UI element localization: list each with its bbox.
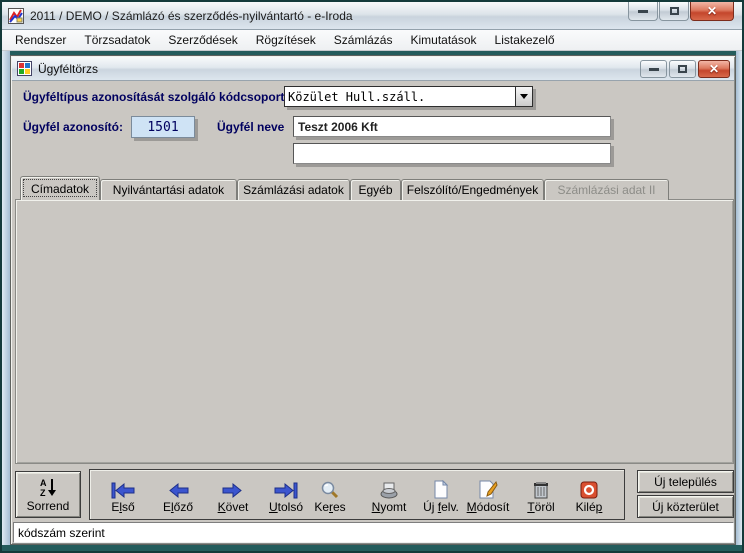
tab-szamlazasi-adatok[interactable]: Számlázási adatok bbox=[237, 179, 350, 200]
maximize-button[interactable] bbox=[659, 2, 689, 21]
menu-listakezelo[interactable]: Listakezelő bbox=[486, 30, 564, 50]
elso-button[interactable]: Első bbox=[97, 472, 149, 517]
close-button[interactable]: ✕ bbox=[690, 2, 734, 21]
menu-szamlazas[interactable]: Számlázás bbox=[325, 30, 402, 50]
dialog-controls: ✕ bbox=[638, 60, 730, 78]
tab-nyilvantartasi-adatok[interactable]: Nyilvántartási adatok bbox=[100, 179, 237, 200]
azonosito-label: Ügyfél azonosító: bbox=[23, 120, 123, 134]
uj-kozterulet-button[interactable]: Új közterület bbox=[637, 495, 734, 518]
kodcsoport-label: Ügyféltípus azonosítását szolgáló kódcso… bbox=[23, 90, 288, 104]
status-bar: kódszám szerint bbox=[13, 522, 734, 543]
status-text: kódszám szerint bbox=[18, 526, 105, 540]
minimize-button[interactable] bbox=[628, 2, 658, 21]
tab-felszolito-engedmenyek[interactable]: Felszólító/Engedmények bbox=[401, 179, 544, 200]
menu-kimutatasok[interactable]: Kimutatások bbox=[401, 30, 485, 50]
kodcsoport-combo[interactable]: Közület Hull.száll. bbox=[284, 86, 533, 107]
dialog-title: Ügyféltörzs bbox=[38, 62, 98, 76]
svg-text:A: A bbox=[40, 478, 47, 488]
app-icon bbox=[8, 8, 24, 24]
next-icon bbox=[221, 482, 245, 499]
first-icon bbox=[110, 482, 136, 499]
last-icon bbox=[273, 482, 299, 499]
ugyfel-neve2-input[interactable] bbox=[293, 143, 611, 164]
exit-icon bbox=[580, 481, 598, 499]
modosit-button[interactable]: Módosít bbox=[462, 472, 514, 517]
elozo-button[interactable]: Előző bbox=[152, 472, 204, 517]
cimadatok-panel bbox=[15, 199, 734, 464]
dialog-minimize-button[interactable] bbox=[640, 60, 667, 78]
sort-az-icon: A Z bbox=[38, 477, 58, 497]
previous-icon bbox=[166, 482, 190, 499]
sorrend-button[interactable]: A Z Sorrend bbox=[15, 471, 81, 518]
window-controls: ✕ bbox=[627, 2, 734, 21]
dialog-maximize-button[interactable] bbox=[669, 60, 696, 78]
menu-rendszer[interactable]: Rendszer bbox=[6, 30, 75, 50]
search-icon bbox=[320, 481, 340, 499]
kovet-button[interactable]: Követ bbox=[207, 472, 259, 517]
edit-icon bbox=[478, 480, 498, 499]
window-frame-left bbox=[2, 51, 10, 545]
uj-felvetel-button[interactable]: Új felv. bbox=[415, 472, 467, 517]
chevron-down-icon[interactable] bbox=[515, 87, 532, 106]
print-icon bbox=[379, 481, 399, 499]
maximize-icon bbox=[678, 65, 687, 73]
menu-bar: Rendszer Törzsadatok Szerződések Rögzíté… bbox=[2, 30, 742, 51]
ugyfel-neve-label: Ügyfél neve bbox=[217, 120, 284, 134]
minimize-icon bbox=[638, 10, 648, 13]
minimize-icon bbox=[649, 68, 659, 71]
close-icon: ✕ bbox=[707, 5, 717, 17]
menu-szerzodesek[interactable]: Szerződések bbox=[159, 30, 246, 50]
navigation-toolbar: Első Előző Követ Utolsó bbox=[89, 469, 625, 520]
ugyfeltorzs-dialog: Ügyféltörzs ✕ Ügyféltípus azonosítását s… bbox=[10, 55, 736, 545]
delete-icon bbox=[532, 480, 550, 499]
application-window: 2011 / DEMO / Számlázó és szerződés-nyil… bbox=[0, 0, 744, 553]
azonosito-value: 1501 bbox=[131, 116, 195, 138]
kilep-button[interactable]: Kilép bbox=[563, 472, 615, 517]
close-icon: ✕ bbox=[709, 63, 719, 75]
main-titlebar: 2011 / DEMO / Számlázó és szerződés-nyil… bbox=[2, 2, 742, 30]
maximize-icon bbox=[670, 7, 679, 15]
tab-szamlazasi-adat-2: Számlázási adat II bbox=[544, 179, 669, 200]
dialog-close-button[interactable]: ✕ bbox=[698, 60, 730, 78]
tab-cimadatok[interactable]: Címadatok bbox=[20, 176, 100, 200]
window-title: 2011 / DEMO / Számlázó és szerződés-nyil… bbox=[30, 9, 353, 23]
ugyfel-neve-input[interactable]: Teszt 2006 Kft bbox=[293, 116, 611, 137]
dialog-titlebar: Ügyféltörzs ✕ bbox=[12, 57, 734, 81]
nyomt-button[interactable]: Nyomt bbox=[363, 472, 415, 517]
menu-rogzitesek[interactable]: Rögzítések bbox=[247, 30, 325, 50]
keres-button[interactable]: Keres bbox=[304, 472, 356, 517]
window-frame-right bbox=[736, 51, 742, 545]
tab-egyeb[interactable]: Egyéb bbox=[350, 179, 401, 200]
new-record-icon bbox=[432, 480, 450, 499]
torol-button[interactable]: Töröl bbox=[515, 472, 567, 517]
svg-text:Z: Z bbox=[40, 488, 46, 497]
uj-telepules-button[interactable]: Új település bbox=[637, 470, 734, 493]
dialog-icon bbox=[17, 61, 32, 76]
menu-torzsadatok[interactable]: Törzsadatok bbox=[75, 30, 159, 50]
